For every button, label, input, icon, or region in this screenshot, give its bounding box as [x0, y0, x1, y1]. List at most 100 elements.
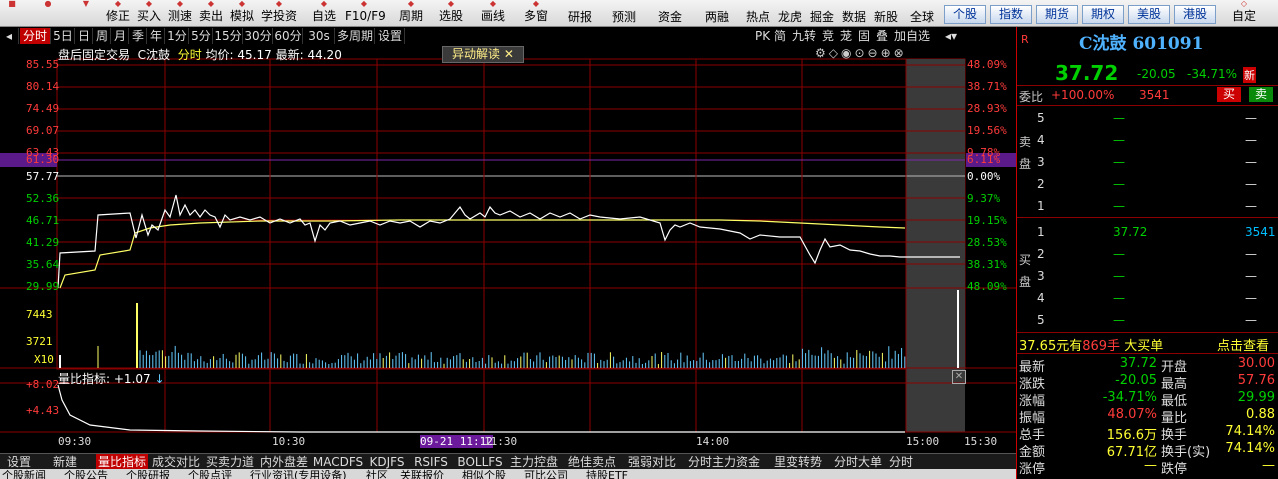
indicator-tab-13[interactable]: 分时主力资金 [682, 454, 766, 470]
news-tab-4[interactable]: 行业资讯(专用设备) [250, 469, 362, 479]
news-tab-2[interactable]: 个股研报 [126, 469, 184, 479]
market-tab-4[interactable]: 美股 [1128, 5, 1170, 24]
period-4[interactable]: 月 [112, 28, 129, 44]
chart-tool-4[interactable]: 茏 [840, 28, 856, 44]
back-arrow-icon[interactable]: ◂ [0, 28, 19, 44]
toolbar-item-4[interactable]: ◆ 模拟 [228, 0, 256, 26]
intraday-chart[interactable]: 85.55 80.14 74.49 69.07 63.43 61.30 57.77 52.36… [0, 45, 1016, 465]
toolbar-item-5[interactable]: ◆ 学投资 [261, 0, 297, 26]
news-tab-0[interactable]: 个股新闻 [2, 469, 60, 479]
indicator-tab-3[interactable]: 成交对比 [150, 454, 202, 470]
chart-tool-7[interactable]: 加自选 [894, 28, 932, 44]
sell-side-label: 卖盘 [1019, 135, 1032, 171]
news-tab-5[interactable]: 社区 [366, 469, 396, 479]
pct-axis-label: 38.31% [967, 258, 1007, 271]
indicator-tab-9[interactable]: BOLLFS [454, 454, 506, 470]
toolbar-item-7[interactable]: ◆ F10/F9 [345, 0, 386, 26]
news-tab-7[interactable]: 相似个股 [462, 469, 520, 479]
indicator-tab-11[interactable]: 绝佳卖点 [562, 454, 622, 470]
market-tab-1[interactable]: 指数 [990, 5, 1032, 24]
period-3[interactable]: 周 [94, 28, 111, 44]
market-tab-2[interactable]: 期货 [1036, 5, 1078, 24]
toolbar-item-10[interactable]: ◆ 画线 [479, 0, 507, 26]
indicator-tab-10[interactable]: 主力控盘 [508, 454, 560, 470]
price-axis-label: 69.07 [26, 124, 60, 137]
toolbar-button-9[interactable]: 全球 [908, 8, 936, 26]
period-7[interactable]: 1分 [166, 28, 189, 44]
sell-level-qty: — [1245, 111, 1257, 125]
period-11[interactable]: 60分 [274, 28, 303, 44]
custom-button[interactable]: ◇ 自定 [1230, 0, 1258, 26]
period-13[interactable]: 多周期 [336, 28, 375, 44]
indicator-tab-6[interactable]: MACDFS [312, 454, 364, 470]
period-5[interactable]: 季 [130, 28, 147, 44]
toolbar-item-icon: ◆ [114, 0, 122, 8]
toolbar-item-6[interactable]: ◆ 自选 [310, 0, 338, 26]
buy-button[interactable]: 买 [1217, 87, 1241, 102]
toolbar-button-6[interactable]: 掘金 [808, 8, 836, 26]
chart-tool-0[interactable]: PK [755, 28, 771, 44]
period-0[interactable]: 分时 [20, 28, 51, 44]
market-tab-3[interactable]: 期权 [1082, 5, 1124, 24]
chart-tool-5[interactable]: 固 [858, 28, 874, 44]
toolbar-button-1[interactable]: 预测 [604, 8, 644, 26]
flag-icon[interactable]: ■ [2, 0, 22, 26]
toolbar-button-7[interactable]: 数据 [840, 8, 868, 26]
period-10[interactable]: 30分 [244, 28, 273, 44]
indicator-tab-1[interactable]: 新建 [36, 454, 94, 470]
toolbar-item-2[interactable]: ◆ 测速 [166, 0, 194, 26]
indicator-tab-14[interactable]: 里变转势 [768, 454, 828, 470]
period-6[interactable]: 年 [148, 28, 165, 44]
toolbar-button-3[interactable]: 两融 [697, 8, 737, 26]
indicator-tab-7[interactable]: KDJFS [366, 454, 408, 470]
chart-tool-6[interactable]: 叠 [876, 28, 892, 44]
indicator-tab-0[interactable]: 设置 [4, 454, 34, 470]
sell-button[interactable]: 卖 [1249, 87, 1273, 102]
toolbar-button-0[interactable]: 研报 [560, 8, 600, 26]
buy-level-num: 3 [1037, 269, 1045, 283]
period-2[interactable]: 日 [76, 28, 93, 44]
news-tab-9[interactable]: 持股ETF [586, 469, 644, 479]
indicator-tab-12[interactable]: 强弱对比 [624, 454, 680, 470]
toolbar-item-1[interactable]: ◆ 买入 [135, 0, 163, 26]
indicator-tab-15[interactable]: 分时大单 [830, 454, 886, 470]
indicator-tab-8[interactable]: RSIFS [410, 454, 452, 470]
period-12[interactable]: 30s [304, 28, 335, 44]
period-1[interactable]: 5日 [52, 28, 75, 44]
market-tab-0[interactable]: 个股 [944, 5, 986, 24]
home-icon[interactable]: ● [33, 0, 63, 26]
toolbar-item-0[interactable]: ◆ 修正 [104, 0, 132, 26]
indicator-tab-16[interactable]: 分时 [888, 454, 914, 470]
chart-tool-1[interactable]: 简 [774, 28, 790, 44]
chart-tool-3[interactable]: 竞 [822, 28, 838, 44]
news-tab-8[interactable]: 可比公司 [524, 469, 582, 479]
buy-level-price: — [1113, 269, 1125, 283]
toolbar-button-5[interactable]: 龙虎 [776, 8, 804, 26]
period-14[interactable]: 设置 [376, 28, 405, 44]
menu-arrow-icon[interactable]: ◂▾ [945, 28, 965, 44]
period-9[interactable]: 15分 [214, 28, 243, 44]
toolbar-button-8[interactable]: 新股 [872, 8, 900, 26]
market-tab-5[interactable]: 港股 [1174, 5, 1216, 24]
toolbar-item-8[interactable]: ◆ 周期 [397, 0, 425, 26]
news-tab-1[interactable]: 个股公告 [64, 469, 122, 479]
news-tab-3[interactable]: 个股点评 [188, 469, 246, 479]
indicator-tab-4[interactable]: 买卖力道 [204, 454, 256, 470]
abnormal-analysis-button[interactable]: 异动解读 ✕ [442, 46, 524, 63]
big-order-link[interactable]: 点击查看 [1217, 335, 1269, 354]
close-indicator-icon[interactable]: ✕ [952, 370, 966, 384]
toolbar-item-9[interactable]: ◆ 选股 [437, 0, 465, 26]
news-tab-6[interactable]: 关联报价 [400, 469, 458, 479]
toolbar-item-3[interactable]: ◆ 卖出 [197, 0, 225, 26]
buy-level-qty: — [1245, 291, 1257, 305]
indicator-tab-2[interactable]: 量比指标 [96, 454, 148, 470]
download-icon[interactable]: ▼ [73, 0, 99, 26]
toolbar-item-11[interactable]: ◆ 多窗 [520, 0, 552, 26]
chart-tools-icons[interactable]: ⚙◇◉⊙⊖⊕⊗ [815, 46, 907, 60]
period-8[interactable]: 5分 [190, 28, 213, 44]
toolbar-button-4[interactable]: 热点 [744, 8, 772, 26]
toolbar-button-2[interactable]: 资金 [650, 8, 690, 26]
stat-value: -20.05 [1115, 373, 1157, 388]
indicator-tab-5[interactable]: 内外盘差 [258, 454, 310, 470]
chart-tool-2[interactable]: 九转 [792, 28, 818, 44]
